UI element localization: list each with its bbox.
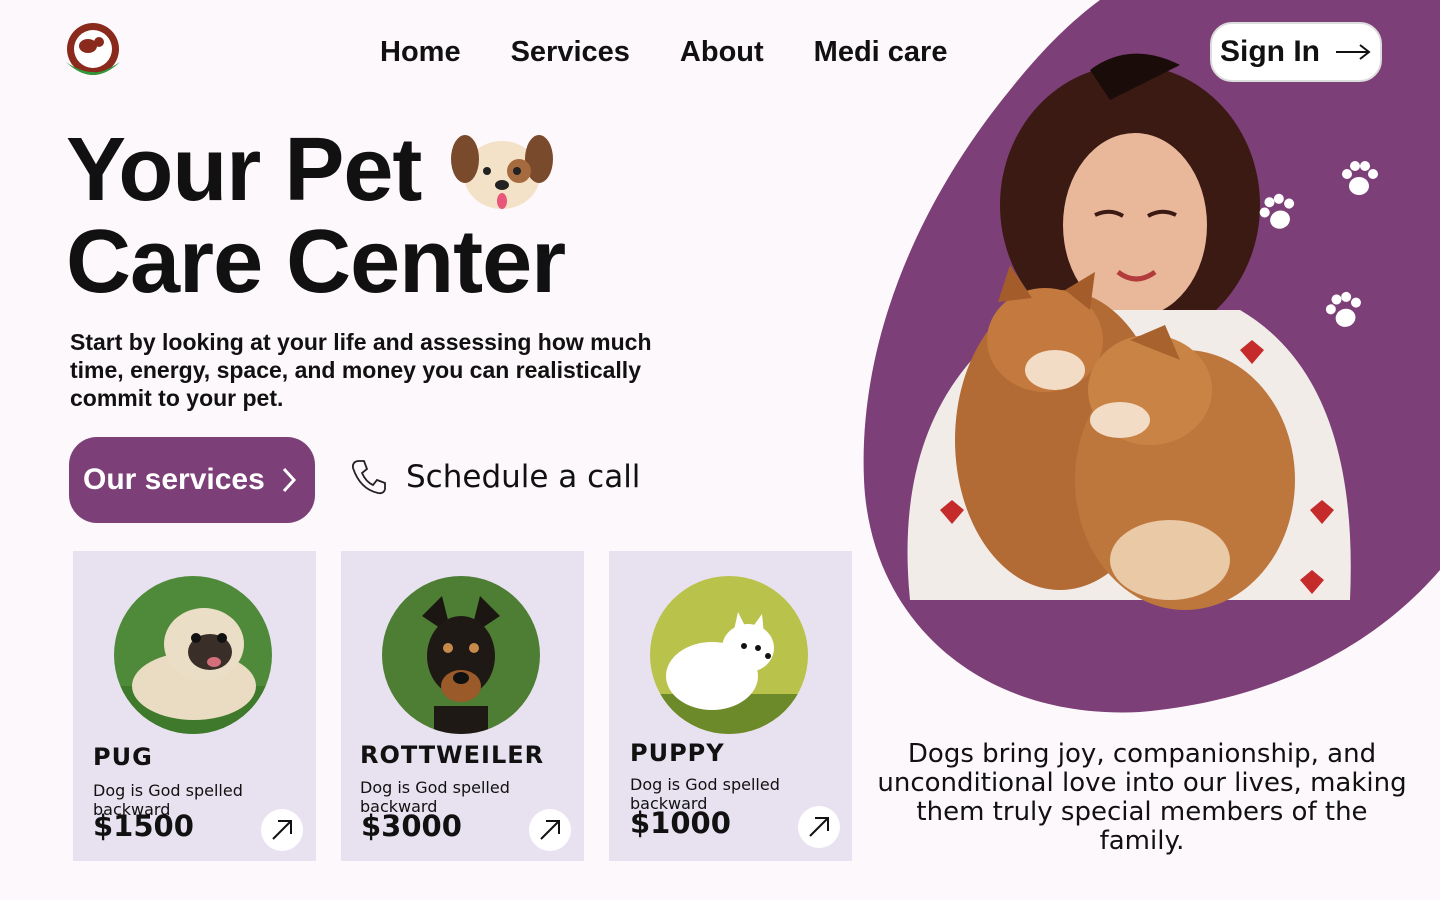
dog-card-pug[interactable]: PUG Dog is God spelled backward $1500	[73, 551, 316, 861]
card-name: PUPPY	[630, 739, 725, 767]
paw-icon	[1342, 161, 1378, 195]
dog-card-rottweiler[interactable]: ROTTWEILER Dog is God spelled backward $…	[341, 551, 584, 861]
sign-in-button[interactable]: Sign In	[1210, 22, 1382, 82]
card-name: PUG	[93, 743, 153, 771]
card-arrow-button[interactable]	[529, 809, 571, 851]
card-price: $1000	[630, 806, 731, 840]
our-services-button[interactable]: Our services	[69, 437, 315, 523]
card-price: $3000	[361, 809, 462, 843]
card-name: ROTTWEILER	[360, 741, 545, 769]
arrow-right-icon	[1336, 44, 1371, 60]
schedule-call-button[interactable]: Schedule a call	[350, 458, 640, 496]
our-services-label: Our services	[83, 463, 265, 496]
logo-icon[interactable]	[62, 22, 124, 84]
card-arrow-button[interactable]	[261, 809, 303, 851]
arrow-up-right-icon	[540, 820, 560, 840]
nav-about[interactable]: About	[680, 36, 764, 69]
card-arrow-button[interactable]	[798, 806, 840, 848]
phone-icon	[351, 460, 386, 495]
nav-services[interactable]: Services	[511, 36, 630, 69]
hero-description: Start by looking at your life and assess…	[70, 329, 652, 411]
rottweiler-photo	[382, 576, 540, 734]
dog-card-puppy[interactable]: PUPPY Dog is God spelled backward $1000	[609, 551, 852, 861]
woman-with-puppies-image	[907, 53, 1351, 610]
puppy-photo	[650, 576, 808, 734]
pug-photo	[114, 576, 272, 734]
card-price: $1500	[93, 809, 194, 843]
chevron-right-icon	[282, 467, 296, 493]
dog-face-icon	[451, 135, 554, 209]
hero-title-line1: Your Pet	[66, 120, 422, 220]
main-nav: Home Services About Medi care	[380, 36, 947, 69]
arrow-up-right-icon	[272, 820, 292, 840]
hero-title: Your Pet Care Center	[66, 120, 566, 312]
quote-text: Dogs bring joy, companionship, and uncon…	[877, 739, 1407, 856]
arrow-up-right-icon	[809, 817, 829, 837]
nav-home[interactable]: Home	[380, 36, 461, 69]
schedule-call-label: Schedule a call	[406, 459, 641, 495]
sign-in-label: Sign In	[1220, 35, 1320, 68]
hero-title-line2: Care Center	[66, 212, 566, 312]
